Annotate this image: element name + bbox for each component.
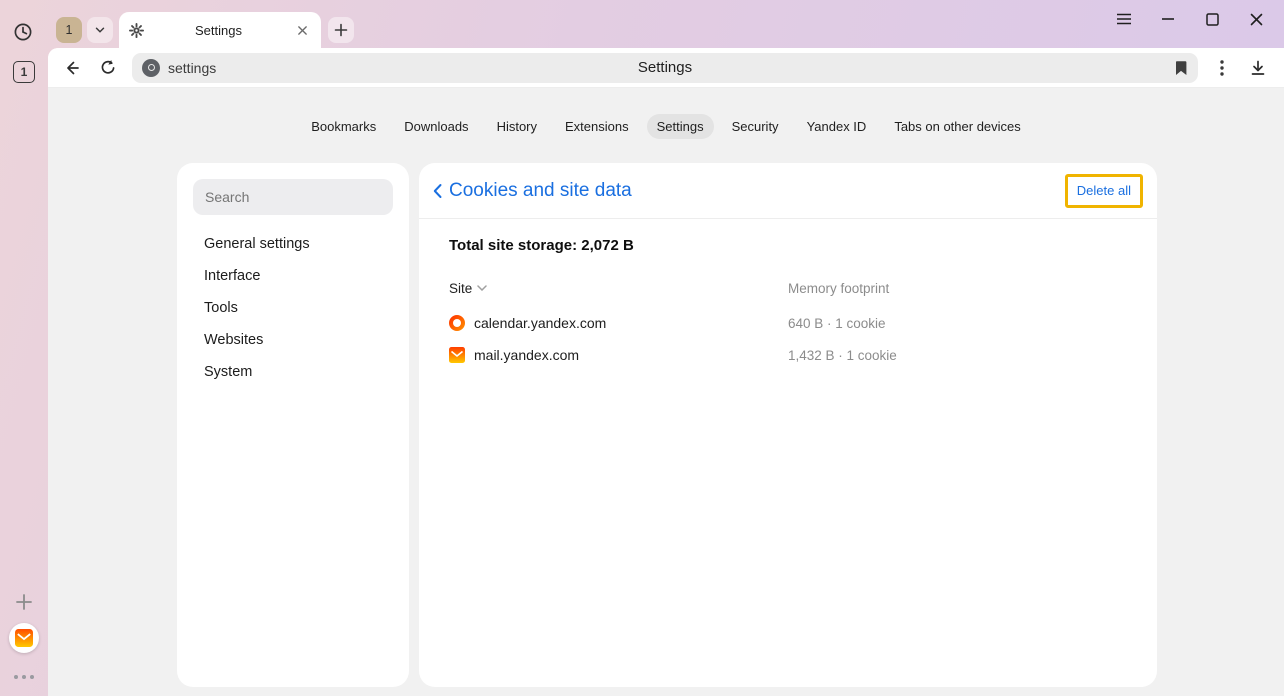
settings-nav: Bookmarks Downloads History Extensions S… [48,113,1284,139]
sidebar-item-system[interactable]: System [177,356,409,388]
reload-button[interactable] [90,50,126,86]
table-header: Site Memory footprint [449,279,1127,297]
site-column-header[interactable]: Site [449,281,788,296]
mail-favicon-icon [449,347,465,363]
sidebar-item-general-settings[interactable]: General settings [177,228,409,260]
new-tab-button[interactable] [328,17,354,43]
rail-more-icon[interactable] [14,675,34,679]
site-table: calendar.yandex.com 640 B · 1 cookie [449,307,1127,371]
browser-tab-settings[interactable]: Settings [119,12,321,48]
sidebar-item-websites[interactable]: Websites [177,324,409,356]
address-bar-page-title: Settings [638,59,692,76]
tab-panel-toggle[interactable]: 1 [13,61,35,83]
yandex-mail-app-icon[interactable] [9,623,39,653]
tab-group-chip[interactable]: 1 [56,17,82,43]
site-cell: calendar.yandex.com [449,315,788,331]
settings-menu: General settings Interface Tools Website… [177,228,409,388]
site-name: calendar.yandex.com [474,315,606,331]
nav-tab-security[interactable]: Security [722,114,789,139]
nav-tab-history[interactable]: History [487,114,547,139]
memory-value: 1,432 B · 1 cookie [788,348,1127,363]
site-cell: mail.yandex.com [449,347,788,363]
tab-group-label: 1 [66,23,73,37]
rail-add-icon[interactable] [15,593,33,611]
bookmark-icon[interactable] [1174,60,1188,76]
nav-tab-extensions[interactable]: Extensions [555,114,639,139]
nav-tab-settings[interactable]: Settings [647,114,714,139]
minimize-button[interactable] [1146,7,1190,31]
back-chevron-icon[interactable] [433,183,442,199]
tab-count-label: 1 [21,65,28,79]
tab-title: Settings [144,23,293,38]
nav-tab-yandex-id[interactable]: Yandex ID [797,114,877,139]
nav-tab-downloads[interactable]: Downloads [394,114,478,139]
menu-hamburger-icon[interactable] [1102,7,1146,31]
delete-all-button[interactable]: Delete all [1077,183,1131,198]
maximize-button[interactable] [1190,7,1234,31]
settings-sidebar-panel: General settings Interface Tools Website… [177,163,409,687]
url-text: settings [168,60,216,76]
delete-all-highlight: Delete all [1065,174,1143,208]
downloads-icon[interactable] [1240,50,1276,86]
settings-page: Bookmarks Downloads History Extensions S… [48,88,1284,696]
back-button[interactable] [54,50,90,86]
history-clock-icon[interactable] [13,22,33,42]
sort-chevron-icon [477,285,487,291]
gear-icon [129,23,144,38]
panel-body: Total site storage: 2,072 B Site Memory … [419,237,1157,371]
table-row[interactable]: calendar.yandex.com 640 B · 1 cookie [449,307,1127,339]
sidebar-item-interface[interactable]: Interface [177,260,409,292]
sidebar-item-tools[interactable]: Tools [177,292,409,324]
nav-tab-other-devices[interactable]: Tabs on other devices [884,114,1030,139]
browser-toolbar: settings Settings [48,48,1284,88]
panel-header: Cookies and site data Delete all [419,163,1157,219]
memory-value: 640 B · 1 cookie [788,316,1127,331]
nav-tab-bookmarks[interactable]: Bookmarks [301,114,386,139]
total-storage-text: Total site storage: 2,072 B [449,237,1127,255]
search-input[interactable] [193,179,393,215]
page-favicon-icon [142,59,160,77]
close-window-button[interactable] [1234,7,1278,31]
site-name: mail.yandex.com [474,347,579,363]
site-header-label: Site [449,281,472,296]
window-controls [1102,7,1278,31]
memory-column-header: Memory footprint [788,281,1127,296]
page-title: Cookies and site data [449,180,632,202]
table-row[interactable]: mail.yandex.com 1,432 B · 1 cookie [449,339,1127,371]
cookies-panel: Cookies and site data Delete all Total s… [419,163,1157,687]
close-tab-icon[interactable] [293,21,311,39]
calendar-favicon-icon [449,315,465,331]
tab-group-chevron-icon[interactable] [87,17,113,43]
address-bar[interactable]: settings Settings [132,53,1198,83]
more-menu-icon[interactable] [1204,50,1240,86]
browser-window: settings Settings Bookmarks Downloads Hi… [48,48,1284,696]
